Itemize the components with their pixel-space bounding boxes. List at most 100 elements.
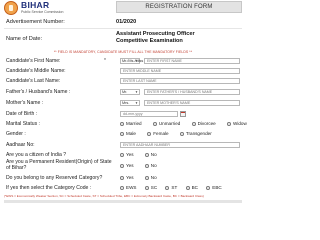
option-label: SC <box>150 185 158 190</box>
aadhaar-input[interactable] <box>120 142 240 148</box>
dob-input[interactable] <box>120 111 178 117</box>
category-option-ebc[interactable]: EBC <box>206 185 222 191</box>
category-row: If yes then select the Category Code : E… <box>4 184 242 192</box>
radio-icon <box>120 175 124 180</box>
category-label: If yes then select the Category Code : <box>6 185 92 191</box>
option-label: Yes <box>126 152 134 157</box>
option-label: Widow <box>233 121 247 126</box>
radio-icon <box>191 121 196 126</box>
father-title-select[interactable]: Mr. ▼ <box>120 89 140 95</box>
chevron-down-icon: ▼ <box>135 90 138 94</box>
mother-title-select[interactable]: Mrs. ▼ <box>120 100 140 106</box>
radio-icon <box>144 185 149 190</box>
radio-icon <box>120 163 124 168</box>
mother-name-label: Mother's Name : <box>6 100 44 106</box>
option-label: BC <box>191 185 198 190</box>
marital-option-unmarried[interactable]: Unmarried <box>152 121 180 127</box>
title-select[interactable]: Mr./Ms./Miss ▼ <box>120 58 143 64</box>
category-option-st[interactable]: ST <box>165 185 177 191</box>
option-label: Yes <box>126 175 134 180</box>
chevron-down-icon: ▼ <box>135 59 138 63</box>
brand-title: BIHAR <box>21 0 50 10</box>
citizen-option-yes[interactable]: Yes <box>120 152 134 158</box>
last-name-input[interactable] <box>120 78 240 84</box>
option-label: Male <box>126 131 136 136</box>
post-value-line2: Competitive Examination <box>116 38 183 44</box>
footer-bar <box>4 200 242 203</box>
marital-label: Marital Status : <box>6 121 40 127</box>
category-option-bc[interactable]: BC <box>185 185 198 191</box>
middle-name-input[interactable] <box>120 68 240 74</box>
mother-title-value: Mrs. <box>122 101 130 105</box>
first-name-label: Candidate's First Name: <box>6 58 61 64</box>
first-name-input[interactable] <box>144 58 240 64</box>
father-title-value: Mr. <box>122 90 128 94</box>
citizen-options: Yes No <box>120 152 167 158</box>
radio-icon <box>120 185 124 190</box>
domicile-option-no[interactable]: No <box>144 163 157 169</box>
radio-icon <box>185 185 190 190</box>
gender-label: Gender : <box>6 131 26 137</box>
radio-icon <box>179 131 184 136</box>
marital-option-divorcee[interactable]: Divorcee <box>191 121 216 127</box>
middle-name-label: Candidate's Middle Name: <box>6 68 66 74</box>
category-option-ews[interactable]: EWS <box>120 185 136 191</box>
header: BIHAR Public Service Commission REGISTRA… <box>0 0 246 17</box>
reserved-label: Do you belong to any Reserved Category? <box>6 175 103 181</box>
emblem-logo-icon <box>4 1 18 15</box>
radio-icon <box>144 152 149 157</box>
radio-icon <box>165 185 170 190</box>
brand: BIHAR Public Service Commission <box>21 0 63 15</box>
option-label: Transgender <box>185 131 212 136</box>
option-label: EBC <box>212 185 222 190</box>
reserved-option-yes[interactable]: Yes <box>120 175 134 181</box>
domicile-row: Are you a Permanent Resident(Origin) of … <box>4 159 242 172</box>
category-options: EWS SC ST BC EBC <box>120 185 222 191</box>
mother-name-input[interactable] <box>144 100 240 106</box>
option-label: No <box>150 163 157 168</box>
registration-page: BIHAR Public Service Commission REGISTRA… <box>0 0 247 205</box>
marital-option-married[interactable]: Married <box>120 121 142 127</box>
citizen-label: Are you a citizen of India ? <box>6 152 67 158</box>
advertisement-label: Advertisement Number: <box>6 19 65 25</box>
gender-option-transgender[interactable]: Transgender <box>179 131 212 137</box>
gender-option-female[interactable]: Female <box>147 131 169 137</box>
domicile-option-yes[interactable]: Yes <box>120 163 134 169</box>
required-marker: * <box>104 58 106 64</box>
radio-icon <box>144 163 149 168</box>
dob-label: Date of Birth : <box>6 111 38 117</box>
post-label: Name of Date: <box>6 36 43 42</box>
marital-options: Married Unmarried Divorcee Widow <box>120 121 257 127</box>
last-name-row: Candidate's Last Name: <box>4 77 242 85</box>
chevron-down-icon: ▼ <box>135 101 138 105</box>
option-label: Married <box>126 121 142 126</box>
option-label: Yes <box>126 163 134 168</box>
father-name-label: Father's / Husband's Name : <box>6 89 71 95</box>
radio-icon <box>144 175 149 180</box>
middle-name-row: Candidate's Middle Name: <box>4 67 242 75</box>
first-name-row: Candidate's First Name: * Mr./Ms./Miss ▼ <box>4 57 242 65</box>
calendar-icon[interactable] <box>180 111 186 117</box>
aadhaar-row: Aadhaar No: <box>4 141 242 149</box>
reserved-options: Yes No <box>120 175 167 181</box>
category-footnote: (*EWS = Economically Weaker Section, SC … <box>4 194 204 198</box>
radio-icon <box>227 121 232 126</box>
last-name-label: Candidate's Last Name: <box>6 78 61 84</box>
marital-option-widow[interactable]: Widow <box>227 121 247 127</box>
gender-row: Gender : Male Female Transgender <box>4 130 242 138</box>
advertisement-value: 01/2020 <box>116 19 137 25</box>
citizen-row: Are you a citizen of India ? Yes No <box>4 151 242 159</box>
gender-option-male[interactable]: Male <box>120 131 136 137</box>
radio-icon <box>120 152 124 157</box>
reserved-option-no[interactable]: No <box>144 175 157 181</box>
aadhaar-label: Aadhaar No: <box>6 142 35 148</box>
father-name-input[interactable] <box>144 89 240 95</box>
radio-icon <box>206 185 211 190</box>
category-option-sc[interactable]: SC <box>144 185 158 191</box>
domicile-options: Yes No <box>120 163 167 169</box>
citizen-option-no[interactable]: No <box>144 152 157 158</box>
dob-row: Date of Birth : <box>4 110 242 118</box>
form-title: REGISTRATION FORM <box>116 1 242 13</box>
mother-name-row: Mother's Name : Mrs. ▼ <box>4 99 242 107</box>
option-label: Female <box>153 131 169 136</box>
